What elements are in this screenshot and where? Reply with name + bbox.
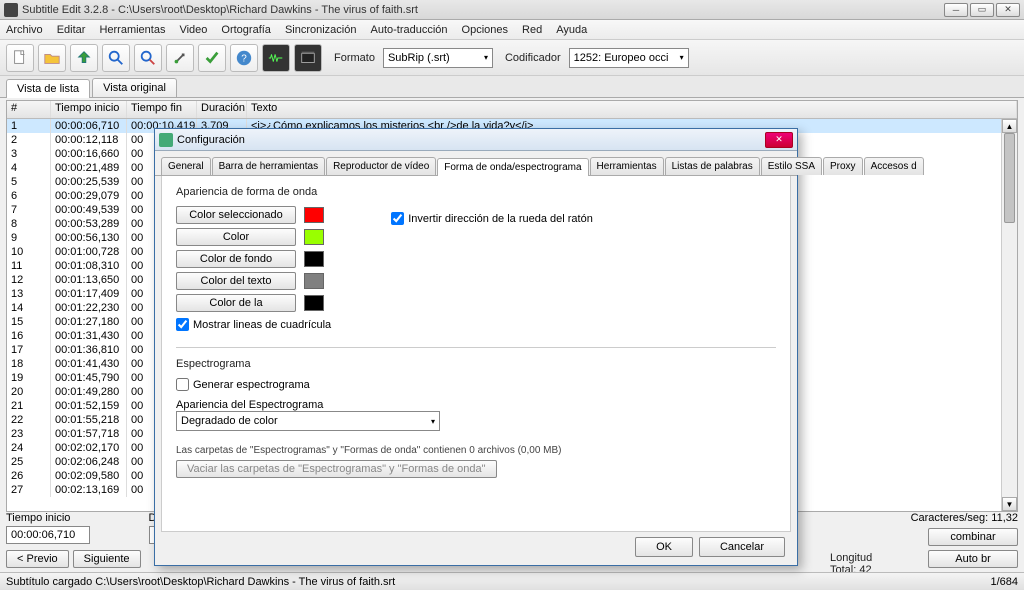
grid-lines-checkbox[interactable]: Mostrar lineas de cuadrícula — [176, 318, 331, 331]
spectrogram-label: Espectrograma — [176, 358, 776, 370]
help-icon[interactable]: ? — [230, 44, 258, 72]
dialog-tab[interactable]: Accesos d — [864, 157, 924, 175]
wave-appearance-label: Apariencia de forma de onda — [176, 186, 776, 198]
folders-info: Las carpetas de "Espectrogramas" y "Form… — [176, 445, 776, 456]
color-seleccionado-button[interactable]: Color seleccionado — [176, 206, 296, 224]
dialog-tabs: GeneralBarra de herramientasReproductor … — [155, 151, 797, 176]
dialog-close-button[interactable]: ✕ — [765, 132, 793, 148]
replace-icon[interactable] — [134, 44, 162, 72]
grid-scrollbar[interactable]: ▲ ▼ — [1001, 119, 1017, 511]
auto-br-button[interactable]: Auto br — [928, 550, 1018, 568]
spectrogram-appearance-label: Apariencia del Espectrograma — [176, 399, 776, 411]
generate-spectrogram-checkbox[interactable]: Generar espectrograma — [176, 378, 776, 391]
scroll-up-icon[interactable]: ▲ — [1002, 119, 1017, 133]
open-file-icon[interactable] — [38, 44, 66, 72]
dialog-tab[interactable]: Listas de palabras — [665, 157, 760, 175]
menu-red[interactable]: Red — [522, 24, 542, 36]
menu-editar[interactable]: Editar — [57, 24, 86, 36]
cancel-button[interactable]: Cancelar — [699, 537, 785, 557]
tab-vista-original[interactable]: Vista original — [92, 78, 177, 97]
caracteres-seg: Caracteres/seg: 11,32 — [911, 512, 1018, 524]
dialog-icon — [159, 133, 173, 147]
col-tiempo-inicio[interactable]: Tiempo inicio — [51, 101, 127, 118]
grid-header: # Tiempo inicio Tiempo fin Duración Text… — [7, 101, 1017, 119]
close-button[interactable]: ✕ — [996, 3, 1020, 17]
swatch-texto[interactable] — [304, 273, 324, 289]
menu-bar: Archivo Editar Herramientas Video Ortogr… — [0, 20, 1024, 40]
spectrogram-appearance-combo[interactable]: Degradado de color▾ — [176, 411, 440, 431]
tiempo-inicio-input[interactable] — [6, 526, 90, 544]
swatch-seleccionado[interactable] — [304, 207, 324, 223]
dialog-tab[interactable]: Reproductor de vídeo — [326, 157, 436, 175]
dialog-tab[interactable]: Herramientas — [590, 157, 664, 175]
dialog-titlebar[interactable]: Configuración ✕ — [155, 129, 797, 151]
dialog-tab[interactable]: Forma de onda/espectrograma — [437, 158, 588, 176]
dialog-tab[interactable]: Barra de herramientas — [212, 157, 326, 175]
combinar-button[interactable]: combinar — [928, 528, 1018, 546]
waveform-icon[interactable] — [262, 44, 290, 72]
tiempo-inicio-label: Tiempo inicio — [6, 512, 141, 524]
dialog-tab[interactable]: Proxy — [823, 157, 863, 175]
scroll-thumb[interactable] — [1004, 133, 1015, 223]
toolbar: ? Formato SubRip (.srt)▾ Codificador 125… — [0, 40, 1024, 76]
color-button[interactable]: Color — [176, 228, 296, 246]
new-file-icon[interactable] — [6, 44, 34, 72]
color-fondo-button[interactable]: Color de fondo — [176, 250, 296, 268]
view-tabs: Vista de lista Vista original — [0, 76, 1024, 98]
status-right: 1/684 — [990, 576, 1018, 588]
clear-folders-button[interactable]: Vaciar las carpetas de "Espectrogramas" … — [176, 460, 497, 478]
video-icon[interactable] — [294, 44, 322, 72]
search-icon[interactable] — [102, 44, 130, 72]
spellcheck-icon[interactable] — [198, 44, 226, 72]
config-dialog: Configuración ✕ GeneralBarra de herramie… — [154, 128, 798, 566]
previo-button[interactable]: < Previo — [6, 550, 69, 568]
window-titlebar: Subtitle Edit 3.2.8 - C:\Users\root\Desk… — [0, 0, 1024, 20]
swatch-la[interactable] — [304, 295, 324, 311]
swatch-color[interactable] — [304, 229, 324, 245]
menu-archivo[interactable]: Archivo — [6, 24, 43, 36]
status-left: Subtítulo cargado C:\Users\root\Desktop\… — [6, 576, 395, 588]
invert-wheel-checkbox[interactable]: Invertir dirección de la rueda del ratón — [391, 212, 593, 225]
col-tiempo-fin[interactable]: Tiempo fin — [127, 101, 197, 118]
color-texto-button[interactable]: Color del texto — [176, 272, 296, 290]
menu-sincronizacion[interactable]: Sincronización — [285, 24, 357, 36]
minimize-button[interactable]: ─ — [944, 3, 968, 17]
settings-icon[interactable] — [166, 44, 194, 72]
dialog-title: Configuración — [177, 134, 245, 146]
menu-autotraduccion[interactable]: Auto-traducción — [370, 24, 447, 36]
maximize-button[interactable]: ▭ — [970, 3, 994, 17]
svg-text:?: ? — [241, 53, 247, 64]
encoder-label: Codificador — [505, 52, 561, 64]
dialog-tab[interactable]: General — [161, 157, 211, 175]
format-combo[interactable]: SubRip (.srt)▾ — [383, 48, 493, 68]
scroll-down-icon[interactable]: ▼ — [1002, 497, 1017, 511]
color-de-la-button[interactable]: Color de la — [176, 294, 296, 312]
menu-ayuda[interactable]: Ayuda — [556, 24, 587, 36]
siguiente-button[interactable]: Siguiente — [73, 550, 141, 568]
tab-vista-lista[interactable]: Vista de lista — [6, 79, 90, 98]
status-bar: Subtítulo cargado C:\Users\root\Desktop\… — [0, 572, 1024, 590]
menu-opciones[interactable]: Opciones — [462, 24, 508, 36]
col-number[interactable]: # — [7, 101, 51, 118]
menu-herramientas[interactable]: Herramientas — [99, 24, 165, 36]
dialog-body: Apariencia de forma de onda Color selecc… — [161, 176, 791, 532]
ok-button[interactable]: OK — [635, 537, 693, 557]
col-texto[interactable]: Texto — [247, 101, 1017, 118]
dialog-tab[interactable]: Estilo SSA — [761, 157, 822, 175]
app-icon — [4, 3, 18, 17]
window-title: Subtitle Edit 3.2.8 - C:\Users\root\Desk… — [22, 4, 942, 16]
swatch-fondo[interactable] — [304, 251, 324, 267]
menu-video[interactable]: Video — [179, 24, 207, 36]
encoder-combo[interactable]: 1252: Europeo occi▾ — [569, 48, 689, 68]
save-icon[interactable] — [70, 44, 98, 72]
col-duracion[interactable]: Duración — [197, 101, 247, 118]
format-label: Formato — [334, 52, 375, 64]
menu-ortografia[interactable]: Ortografía — [221, 24, 271, 36]
